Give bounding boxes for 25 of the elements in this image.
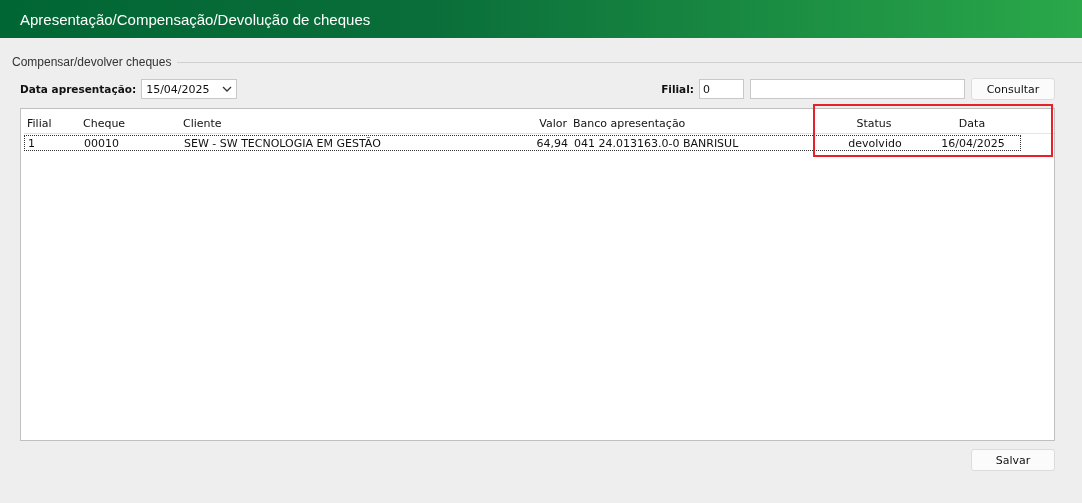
chevron-down-icon	[222, 86, 233, 92]
table-cell-text: 16/04/2025	[940, 136, 1006, 150]
table-cell-text: 1	[27, 136, 36, 150]
branch-field[interactable]: 0	[699, 79, 744, 99]
column-header[interactable]: Banco apresentação	[570, 116, 818, 130]
table-cell-text: SEW - SW TECNOLOGIA EM GESTÃO	[183, 136, 382, 150]
table-cell-text: devolvido	[847, 136, 903, 150]
table-cell-text: 041 24.013163.0-0 BANRISUL	[573, 136, 740, 150]
date-dropdown[interactable]: 15/04/2025	[141, 79, 238, 99]
table-cell-text: 00010	[83, 136, 120, 150]
column-header[interactable]: Status	[818, 116, 930, 130]
group-title: Compensar/devolver cheques	[12, 55, 172, 69]
window-title: Apresentação/Compensação/Devolução de cheques	[20, 10, 371, 28]
column-header[interactable]: Cliente	[180, 116, 510, 130]
table-cell-text: 64,94	[535, 136, 569, 150]
column-header[interactable]: Data	[930, 116, 1014, 130]
save-button[interactable]: Salvar	[971, 449, 1055, 471]
branch-label: Filial:	[661, 83, 694, 95]
column-header[interactable]: Valor	[510, 116, 570, 130]
date-label: Data apresentação:	[20, 83, 137, 95]
branch-name-field[interactable]	[750, 79, 965, 99]
consultar-button[interactable]: Consultar	[971, 78, 1055, 100]
column-header[interactable]: Filial	[24, 116, 80, 130]
table-row[interactable]: 1 00010 SEW - SW TECNOLOGIA EM GESTÃO 64,94 041 24.013163.0-0 BANRISUL devolvido 16/04/2025	[24, 135, 1021, 151]
column-header[interactable]: Cheque	[80, 116, 180, 130]
